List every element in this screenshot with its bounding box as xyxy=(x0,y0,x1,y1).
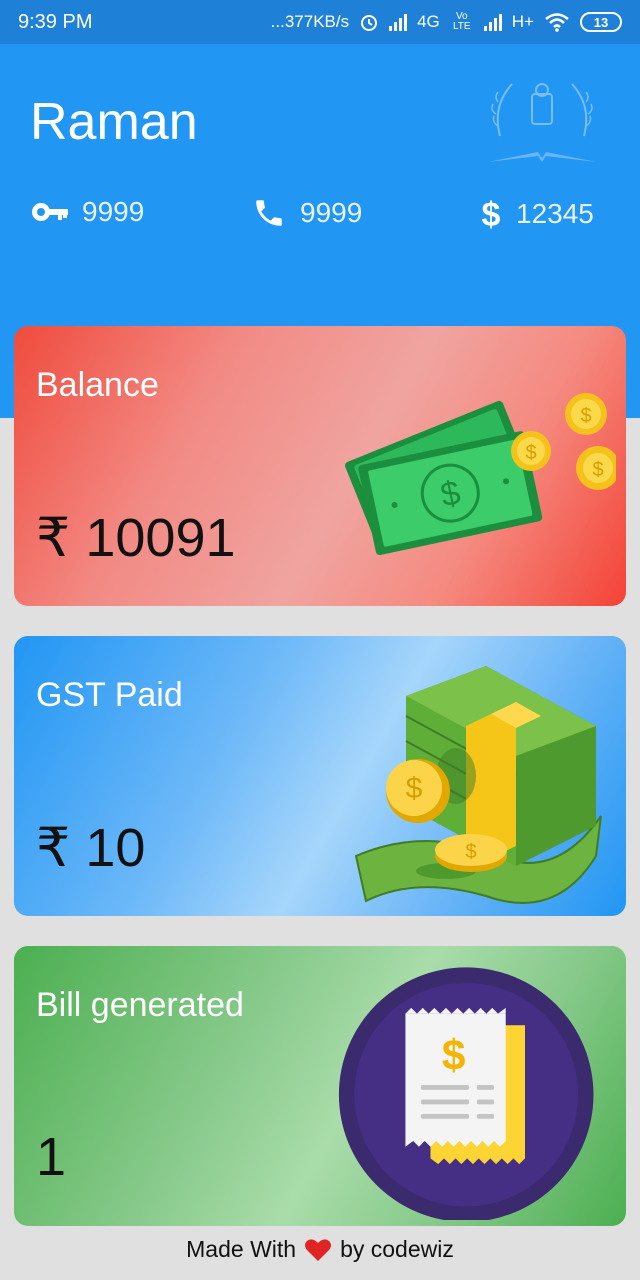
footer-by: by codewiz xyxy=(340,1236,454,1262)
svg-text:$: $ xyxy=(482,196,501,232)
signal-icon xyxy=(389,13,408,31)
balance-card[interactable]: Balance ₹ 10091 $ $ $ $ xyxy=(14,326,626,606)
network-1: 4G xyxy=(417,12,440,31)
dollar-icon: $ xyxy=(482,196,501,232)
status-indicators: ...377KB/s 4G Vo LTE H+ 13 xyxy=(271,12,622,32)
footer-credit: Made With by codewiz xyxy=(0,1236,640,1263)
receipt-illustration: $ xyxy=(338,967,594,1220)
status-bar: 9:39 PM ...377KB/s 4G Vo LTE H+ 13 xyxy=(0,0,640,44)
stat-key-value: 9999 xyxy=(82,196,145,227)
user-stats: 9999 9999 $ 12345 xyxy=(30,196,610,244)
svg-text:$: $ xyxy=(580,405,591,427)
svg-text:$: $ xyxy=(406,772,423,805)
svg-text:$: $ xyxy=(592,459,603,481)
volte-label: Vo LTE xyxy=(452,11,471,32)
alarm-icon xyxy=(361,15,378,31)
balance-value: ₹ 10091 xyxy=(36,508,236,568)
stat-phone: 9999 xyxy=(252,196,362,230)
battery-icon: 13 xyxy=(580,12,622,32)
stat-key: 9999 xyxy=(30,196,144,228)
emblem-logo xyxy=(488,83,596,162)
bill-title: Bill generated xyxy=(36,986,244,1024)
gst-title: GST Paid xyxy=(36,676,183,714)
user-name: Raman xyxy=(30,93,198,151)
heart-icon xyxy=(305,1238,332,1261)
balance-title: Balance xyxy=(36,366,159,404)
wifi-icon xyxy=(545,13,569,32)
bill-card[interactable]: Bill generated 1 $ xyxy=(14,946,626,1226)
status-time: 9:39 PM xyxy=(18,10,93,33)
network-2: H+ xyxy=(511,12,534,31)
net-speed: ...377KB/s xyxy=(270,12,350,31)
signal-icon-2 xyxy=(483,13,502,31)
gst-card[interactable]: GST Paid ₹ 10 $ $ xyxy=(14,636,626,916)
stat-dollar-value: 12345 xyxy=(516,198,594,229)
svg-text:$: $ xyxy=(465,841,476,863)
stat-phone-value: 9999 xyxy=(300,197,363,228)
money-illustration: $ $ $ $ xyxy=(345,393,616,556)
phone-icon xyxy=(256,200,282,226)
svg-text:$: $ xyxy=(525,442,536,464)
svg-text:$: $ xyxy=(442,1032,466,1079)
footer-made-with: Made With xyxy=(186,1236,297,1262)
gst-value: ₹ 10 xyxy=(36,818,146,878)
stat-dollar: $ 12345 xyxy=(480,196,594,232)
cash-stack-illustration: $ $ xyxy=(354,666,602,904)
key-icon xyxy=(32,203,68,221)
bill-value: 1 xyxy=(36,1127,67,1187)
